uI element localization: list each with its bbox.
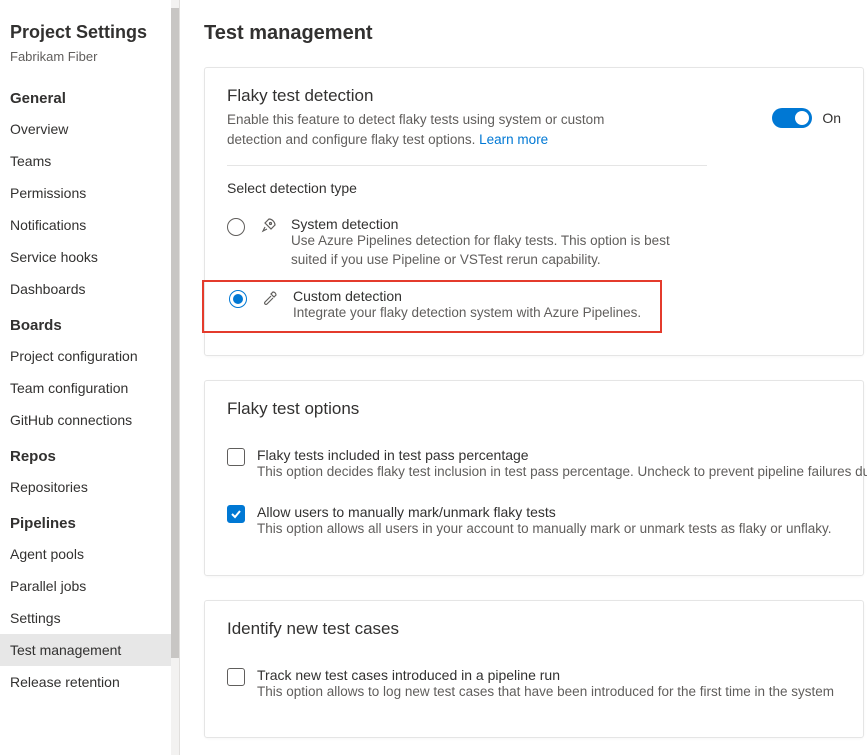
sidebar-item-dashboards[interactable]: Dashboards [0,273,179,305]
checkbox-manual-mark[interactable] [227,505,245,523]
sidebar-subtitle: Fabrikam Fiber [0,49,179,78]
sidebar-item-service-hooks[interactable]: Service hooks [0,241,179,273]
checkbox-track-new[interactable] [227,668,245,686]
sidebar-item-parallel-jobs[interactable]: Parallel jobs [0,570,179,602]
identify-new-card: Identify new test cases Track new test c… [204,600,864,739]
track-new-label: Track new test cases introduced in a pip… [257,667,834,683]
sidebar: Project Settings Fabrikam Fiber General … [0,0,180,755]
sidebar-item-overview[interactable]: Overview [0,113,179,145]
checkbox-row-track[interactable]: Track new test cases introduced in a pip… [205,659,863,716]
radio-row-custom[interactable]: Custom detection Integrate your flaky de… [207,288,646,323]
sidebar-item-settings[interactable]: Settings [0,602,179,634]
wrench-icon [261,290,279,306]
identify-new-title: Identify new test cases [205,619,863,659]
include-flaky-label: Flaky tests included in test pass percen… [257,447,867,463]
system-detection-title: System detection [291,216,691,232]
radio-system-detection[interactable] [227,218,245,236]
sidebar-item-github-connections[interactable]: GitHub connections [0,404,179,436]
sidebar-heading-pipelines: Pipelines [0,503,179,538]
flaky-detection-toggle-label: On [822,110,841,126]
custom-detection-highlight: Custom detection Integrate your flaky de… [202,280,662,333]
sidebar-item-permissions[interactable]: Permissions [0,177,179,209]
flaky-options-title: Flaky test options [205,399,863,439]
system-detection-desc: Use Azure Pipelines detection for flaky … [291,232,691,270]
sidebar-item-team-configuration[interactable]: Team configuration [0,372,179,404]
select-detection-type-label: Select detection type [205,180,863,210]
flaky-detection-card: Flaky test detection Enable this feature… [204,67,864,356]
sidebar-item-test-management[interactable]: Test management [0,634,179,666]
main-content: Test management Flaky test detection Ena… [180,0,867,755]
sidebar-heading-boards: Boards [0,305,179,340]
flaky-detection-toggle[interactable] [772,108,812,128]
radio-row-system[interactable]: System detection Use Azure Pipelines det… [205,210,863,280]
sidebar-item-agent-pools[interactable]: Agent pools [0,538,179,570]
sidebar-item-notifications[interactable]: Notifications [0,209,179,241]
divider [227,165,707,166]
flaky-detection-desc: Enable this feature to detect flaky test… [227,110,647,149]
learn-more-link[interactable]: Learn more [479,132,548,147]
sidebar-item-teams[interactable]: Teams [0,145,179,177]
checkbox-row-manual[interactable]: Allow users to manually mark/unmark flak… [205,496,863,553]
manual-mark-desc: This option allows all users in your acc… [257,520,832,539]
flaky-detection-title: Flaky test detection [227,86,647,106]
custom-detection-desc: Integrate your flaky detection system wi… [293,304,641,323]
track-new-desc: This option allows to log new test cases… [257,683,834,702]
radio-custom-detection[interactable] [229,290,247,308]
checkbox-row-include[interactable]: Flaky tests included in test pass percen… [205,439,863,496]
sidebar-item-release-retention[interactable]: Release retention [0,666,179,698]
sidebar-scrollbar-thumb[interactable] [171,8,179,658]
sidebar-scrollbar-track[interactable] [171,0,179,755]
include-flaky-desc: This option decides flaky test inclusion… [257,463,867,482]
manual-mark-label: Allow users to manually mark/unmark flak… [257,504,832,520]
sidebar-heading-repos: Repos [0,436,179,471]
sidebar-title: Project Settings [0,8,179,49]
sidebar-item-project-configuration[interactable]: Project configuration [0,340,179,372]
sidebar-heading-general: General [0,78,179,113]
custom-detection-title: Custom detection [293,288,641,304]
sidebar-item-repositories[interactable]: Repositories [0,471,179,503]
rocket-icon [259,218,277,234]
flaky-options-card: Flaky test options Flaky tests included … [204,380,864,576]
checkbox-include-flaky[interactable] [227,448,245,466]
page-title: Test management [204,12,867,67]
